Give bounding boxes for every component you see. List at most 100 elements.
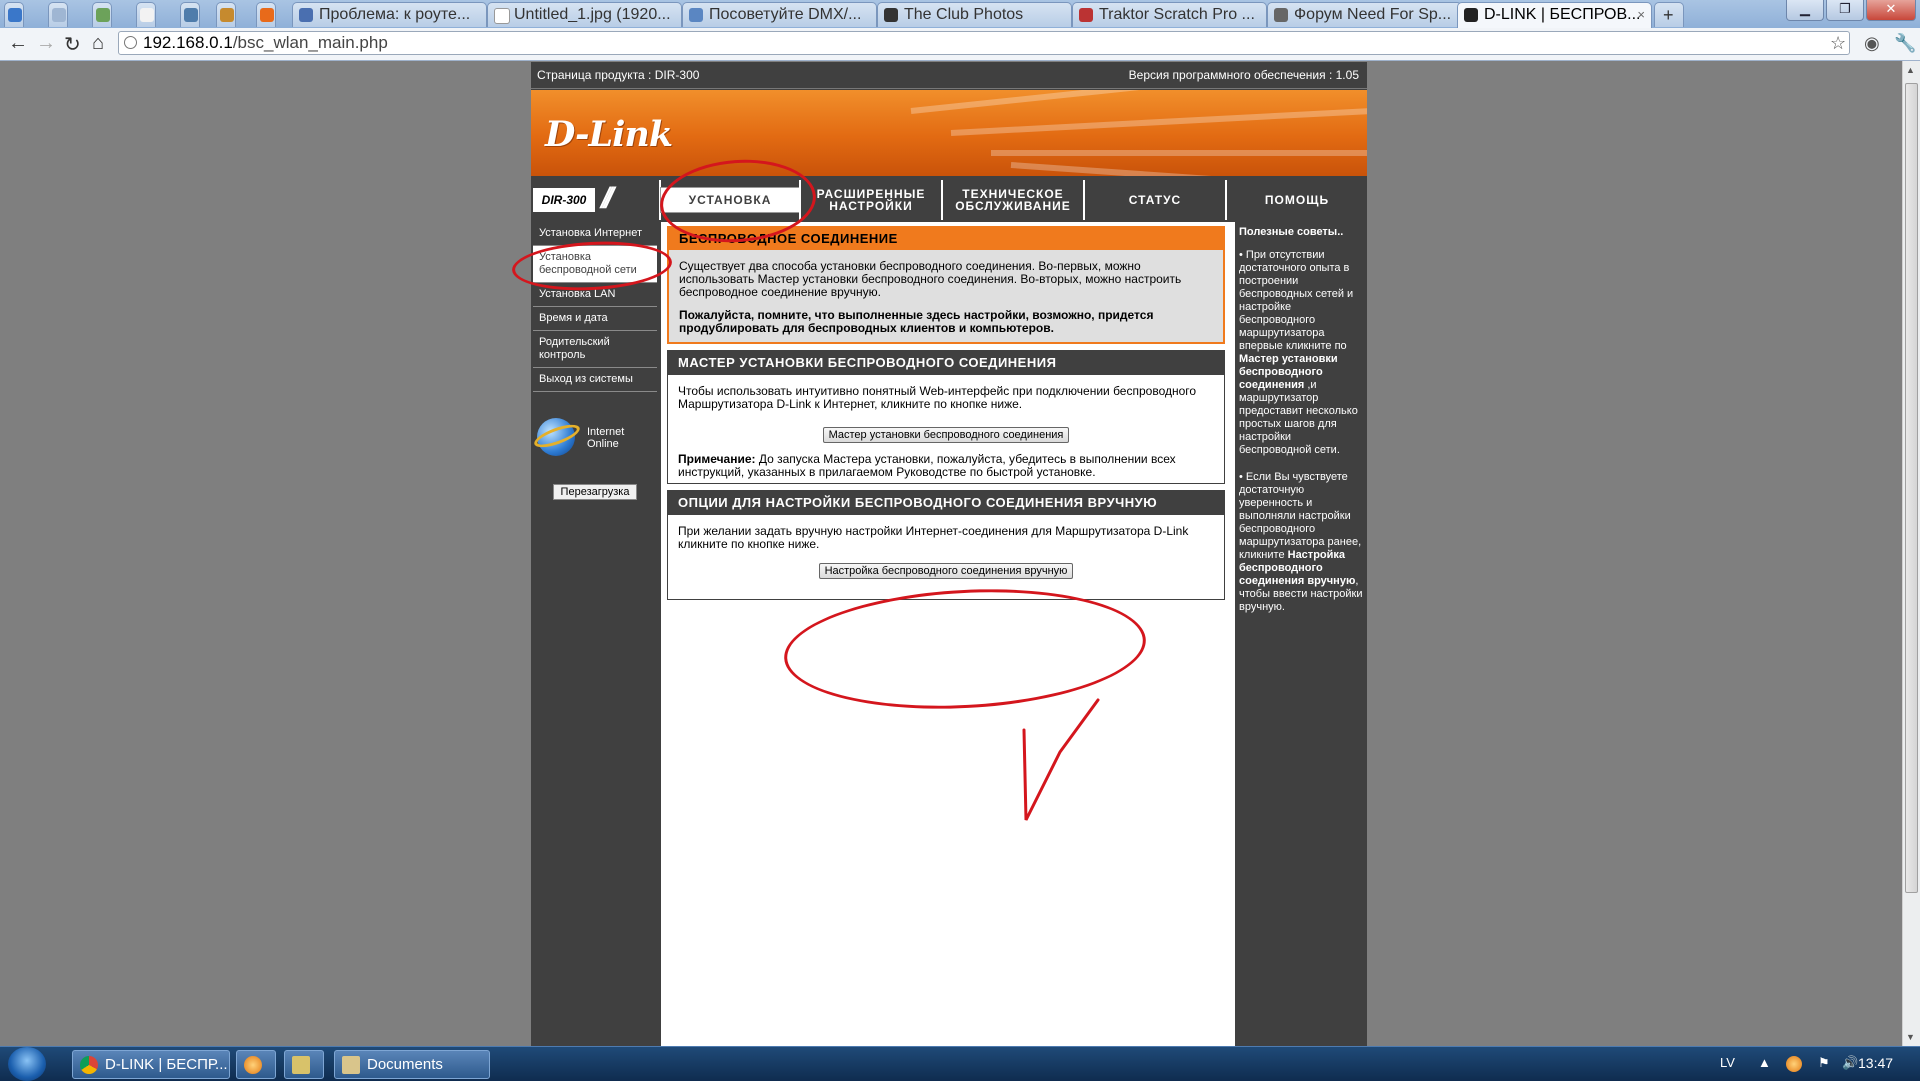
- pinned-tab-mail[interactable]: [4, 2, 24, 27]
- tab-help[interactable]: ПОМОЩЬ: [1225, 180, 1367, 220]
- tab-maintenance[interactable]: ТЕХНИЧЕСКОЕ ОБСЛУЖИВАНИЕ: [941, 180, 1083, 220]
- folder-icon: [342, 1056, 360, 1074]
- wireless-wizard-button[interactable]: Мастер установки беспроводного соединени…: [822, 427, 1070, 443]
- pinned-tab-games[interactable]: [216, 2, 236, 27]
- language-indicator[interactable]: LV: [1720, 1055, 1735, 1070]
- pinned-tab-doc[interactable]: [48, 2, 68, 27]
- action-center-flag-icon[interactable]: ⚑: [1818, 1055, 1830, 1071]
- model-badge: DIR-300: [533, 188, 595, 212]
- forum-icon: [299, 8, 313, 22]
- tab-advanced[interactable]: РАСШИРЕННЫЕ НАСТРОЙКИ: [799, 180, 941, 220]
- taskbar-media[interactable]: [236, 1050, 276, 1079]
- wrench-icon[interactable]: 🔧: [1894, 33, 1916, 54]
- grid-icon: [220, 8, 234, 22]
- back-icon[interactable]: ←: [8, 32, 28, 55]
- app-icon: [96, 8, 110, 22]
- pinned-tab-app[interactable]: [92, 2, 112, 27]
- home-icon[interactable]: ⌂: [92, 32, 104, 55]
- reboot-button[interactable]: Перезагрузка: [553, 484, 637, 500]
- tab-label: D-LINK | БЕСПРОВ...: [1484, 6, 1641, 23]
- tab-label: Traktor Scratch Pro ...: [1099, 6, 1255, 23]
- model-label: DIR-300 ///: [531, 180, 659, 220]
- page-info-icon[interactable]: [124, 36, 137, 49]
- dlink-logo: D-Link: [545, 114, 673, 155]
- leftnav-parental-control[interactable]: Родительский контроль: [533, 331, 657, 368]
- flame-icon: [260, 8, 274, 22]
- online-label: Online: [587, 438, 619, 450]
- browser-toolbar: ← → ↻ ⌂ 192.168.0.1/bsc_wlan_main.php ☆ …: [0, 28, 1920, 61]
- tab-label: Проблема: к роуте...: [319, 6, 471, 23]
- tab-traktor[interactable]: Traktor Scratch Pro ...: [1072, 2, 1267, 27]
- taskbar-documents[interactable]: Documents: [334, 1050, 490, 1079]
- windows-taskbar: D-LINK | БЕСПР... Documents LV ▲ ⚑ 🔊 13:…: [0, 1046, 1920, 1081]
- bookmark-star-icon[interactable]: ☆: [1830, 33, 1846, 54]
- helpful-hints: Полезные советы.. • При отсутствии доста…: [1237, 222, 1367, 1046]
- new-tab-button[interactable]: +: [1654, 2, 1684, 27]
- wizard-note-label: Примечание:: [678, 452, 756, 466]
- tab-status[interactable]: СТАТУС: [1083, 180, 1225, 220]
- minimize-icon[interactable]: ▁: [1786, 0, 1824, 21]
- router-page: Страница продукта : DIR-300 Версия прогр…: [531, 62, 1367, 1046]
- hint-bold: Мастер установки беспроводного соединени…: [1239, 353, 1338, 391]
- image-icon: [494, 8, 510, 24]
- task-label: D-LINK | БЕСПР...: [105, 1056, 228, 1073]
- volume-icon[interactable]: 🔊: [1842, 1055, 1858, 1071]
- scroll-up-icon[interactable]: ▲: [1906, 65, 1915, 75]
- manual-box: ОПЦИИ ДЛЯ НАСТРОЙКИ БЕСПРОВОДНОГО СОЕДИН…: [667, 490, 1225, 600]
- tab-problem[interactable]: Проблема: к роуте...: [292, 2, 487, 27]
- dlink-banner: D-Link: [531, 90, 1367, 176]
- tab-maintenance-label: ТЕХНИЧЕСКОЕ ОБСЛУЖИВАНИЕ: [955, 187, 1071, 213]
- tab-label: Форум Need For Sp...: [1294, 6, 1452, 23]
- internet-status: Internet Online: [531, 418, 657, 458]
- hints-title: Полезные советы..: [1239, 226, 1344, 238]
- hint-manual: • Если Вы чувствуете достаточную уверенн…: [1239, 471, 1365, 614]
- tab-label: Untitled_1.jpg (1920...: [514, 6, 671, 23]
- wizard-box: МАСТЕР УСТАНОВКИ БЕСПРОВОДНОГО СОЕДИНЕНИ…: [667, 350, 1225, 484]
- leftnav-logout[interactable]: Выход из системы: [533, 368, 657, 392]
- internet-label: Internet: [587, 426, 625, 438]
- tab-dlink[interactable]: D-LINK | БЕСПРОВ... ×: [1457, 2, 1652, 29]
- start-button[interactable]: [8, 1047, 46, 1081]
- tab-dmx[interactable]: Посоветуйте DMX/...: [682, 2, 877, 27]
- internet-status-text: Internet Online: [587, 426, 624, 450]
- forum-icon: [1274, 8, 1288, 22]
- extension-icon[interactable]: ◉: [1864, 33, 1880, 54]
- tab-nfs-forum[interactable]: Форум Need For Sp...: [1267, 2, 1462, 27]
- top-navigation: DIR-300 /// УСТАНОВКА РАСШИРЕННЫЕ НАСТРО…: [531, 180, 1367, 220]
- scroll-thumb[interactable]: [1905, 83, 1918, 893]
- leftnav-time-date[interactable]: Время и дата: [533, 307, 657, 331]
- tool-icon: [184, 8, 198, 22]
- tab-club-photos[interactable]: The Club Photos: [877, 2, 1072, 27]
- chrome-icon: [80, 1056, 98, 1074]
- tab-label: Посоветуйте DMX/...: [709, 6, 862, 23]
- model-slashes: ///: [601, 182, 614, 215]
- dlink-favicon: [1464, 8, 1478, 22]
- taskbar-chrome[interactable]: D-LINK | БЕСПР...: [72, 1050, 230, 1079]
- photo-icon: [884, 8, 898, 22]
- pinned-tab-fire[interactable]: [256, 2, 276, 27]
- forward-icon[interactable]: →: [36, 32, 56, 55]
- close-window-icon[interactable]: ✕: [1866, 0, 1916, 21]
- tray-expand-icon[interactable]: ▲: [1758, 1055, 1771, 1070]
- tray-media-icon[interactable]: [1786, 1056, 1802, 1072]
- reload-icon[interactable]: ↻: [64, 32, 81, 57]
- tab-help-label: ПОМОЩЬ: [1264, 193, 1330, 207]
- clock[interactable]: 13:47: [1858, 1055, 1893, 1071]
- hint-text: • При отсутствии достаточного опыта в по…: [1239, 249, 1354, 352]
- firmware-version: Версия программного обеспечения : 1.05: [1128, 68, 1359, 82]
- tab-advanced-label: РАСШИРЕННЫЕ НАСТРОЙКИ: [816, 187, 926, 213]
- vertical-scrollbar[interactable]: ▲ ▼: [1902, 61, 1920, 1046]
- pinned-tab-tools[interactable]: [180, 2, 200, 27]
- pinned-tab-video[interactable]: [136, 2, 156, 27]
- address-bar[interactable]: 192.168.0.1/bsc_wlan_main.php: [118, 31, 1850, 55]
- site-icon: [1079, 8, 1093, 22]
- close-tab-icon[interactable]: ×: [1637, 3, 1645, 27]
- maximize-icon[interactable]: ❐: [1826, 0, 1864, 21]
- window-controls: ▁ ❐ ✕: [1786, 0, 1916, 22]
- taskbar-app[interactable]: [284, 1050, 324, 1079]
- forum-icon: [689, 8, 703, 22]
- manual-setup-button[interactable]: Настройка беспроводного соединения вручн…: [818, 563, 1074, 579]
- tab-untitled-jpg[interactable]: Untitled_1.jpg (1920...: [487, 2, 682, 27]
- scroll-down-icon[interactable]: ▼: [1906, 1032, 1915, 1042]
- play-icon: [140, 8, 154, 22]
